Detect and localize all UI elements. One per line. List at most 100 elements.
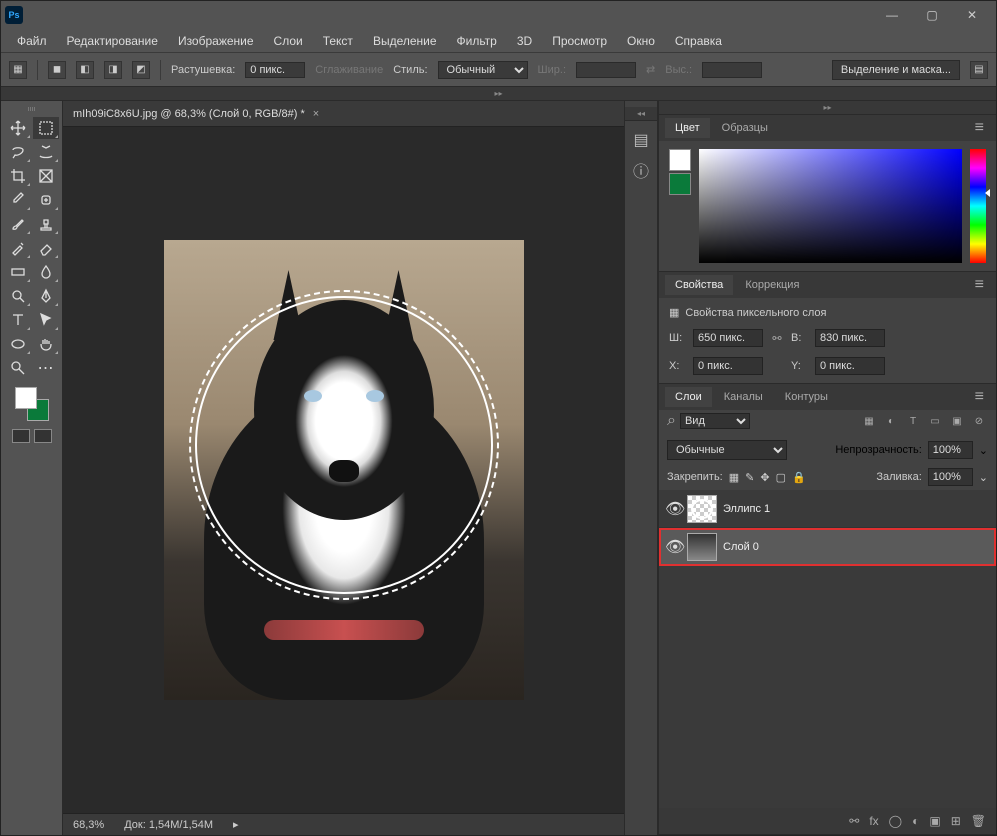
layer-row[interactable]: 👁 Эллипс 1 [659, 490, 996, 528]
filter-type-icon[interactable]: T [904, 413, 922, 429]
toolbox-grip[interactable] [17, 107, 47, 113]
opacity-input[interactable] [928, 441, 973, 459]
y-input[interactable] [815, 357, 885, 375]
sel-subtract-icon[interactable]: ◨ [104, 61, 122, 79]
heal-tool[interactable] [33, 189, 59, 211]
edit-toolbar[interactable]: ⋯ [33, 357, 59, 379]
color-field[interactable] [699, 149, 962, 263]
menu-filter[interactable]: Фильтр [449, 32, 505, 50]
marquee-tool[interactable] [33, 117, 59, 139]
menu-view[interactable]: Просмотр [544, 32, 615, 50]
panel-menu-icon[interactable]: ≡ [969, 276, 990, 294]
collapse-strip-top[interactable]: ▸▸ [1, 87, 996, 101]
screen-mode-icon[interactable] [34, 429, 52, 443]
zoom-level[interactable]: 68,3% [73, 819, 104, 831]
fg-mini-swatch[interactable] [669, 149, 691, 171]
zoom-tool[interactable] [5, 357, 31, 379]
history-brush-tool[interactable] [5, 237, 31, 259]
height-input[interactable] [815, 329, 885, 347]
filter-toggle-icon[interactable]: ⊘ [970, 413, 988, 429]
type-tool[interactable] [5, 309, 31, 331]
fg-bg-colors[interactable] [15, 387, 49, 421]
tab-swatches[interactable]: Образцы [712, 118, 778, 138]
path-select-tool[interactable] [33, 309, 59, 331]
panel-menu-icon[interactable]: ≡ [969, 388, 990, 406]
menu-window[interactable]: Окно [619, 32, 663, 50]
layer-name[interactable]: Слой 0 [723, 541, 759, 553]
sel-add-icon[interactable]: ◧ [76, 61, 94, 79]
filter-adjust-icon[interactable]: ◐ [882, 413, 900, 429]
hand-tool[interactable] [33, 333, 59, 355]
statusbar-chevron-icon[interactable]: ▸ [233, 818, 239, 831]
new-fill-icon[interactable]: ◐ [912, 814, 919, 828]
layer-thumbnail[interactable] [687, 533, 717, 561]
layer-thumbnail[interactable] [687, 495, 717, 523]
lasso-tool[interactable] [5, 141, 31, 163]
sel-new-icon[interactable]: ◼ [48, 61, 66, 79]
layer-row[interactable]: 👁 Слой 0 [659, 528, 996, 566]
lock-artboard-icon[interactable]: ▢ [776, 471, 786, 484]
minimize-button[interactable]: — [872, 4, 912, 26]
stamp-tool[interactable] [33, 213, 59, 235]
panel-menu-icon[interactable]: ≡ [969, 119, 990, 137]
lock-transparency-icon[interactable]: ▦ [729, 471, 739, 484]
menu-file[interactable]: Файл [9, 32, 55, 50]
doc-size[interactable]: Док: 1,54M/1,54M [124, 819, 213, 831]
filter-pixel-icon[interactable]: ▦ [860, 413, 878, 429]
delete-layer-icon[interactable]: 🗑 [971, 814, 986, 828]
crop-tool[interactable] [5, 165, 31, 187]
maximize-button[interactable]: ▢ [912, 4, 952, 26]
link-layers-icon[interactable]: ⚯ [849, 814, 859, 828]
layer-name[interactable]: Эллипс 1 [723, 503, 770, 515]
document-tab[interactable]: mIh09iC8x6U.jpg @ 68,3% (Слой 0, RGB/8#)… [63, 101, 624, 127]
menu-layers[interactable]: Слои [266, 32, 311, 50]
dodge-tool[interactable] [5, 285, 31, 307]
quick-mask-icon[interactable] [12, 429, 30, 443]
brush-tool[interactable] [5, 213, 31, 235]
fill-input[interactable] [928, 468, 973, 486]
fg-color-swatch[interactable] [15, 387, 37, 409]
layer-fx-icon[interactable]: fx [869, 814, 878, 828]
lock-position-icon[interactable]: ✥ [760, 471, 769, 484]
menu-select[interactable]: Выделение [365, 32, 445, 50]
frame-tool[interactable] [33, 165, 59, 187]
info-panel-icon[interactable]: ⓘ [630, 159, 652, 181]
blur-tool[interactable] [33, 261, 59, 283]
close-button[interactable]: ✕ [952, 4, 992, 26]
eraser-tool[interactable] [33, 237, 59, 259]
menu-edit[interactable]: Редактирование [59, 32, 166, 50]
add-mask-icon[interactable]: ◯ [889, 814, 902, 828]
menu-help[interactable]: Справка [667, 32, 730, 50]
select-and-mask-button[interactable]: Выделение и маска... [832, 60, 960, 80]
visibility-icon[interactable]: 👁 [665, 499, 681, 519]
style-select[interactable]: Обычный [438, 61, 528, 79]
move-tool[interactable] [5, 117, 31, 139]
tab-properties[interactable]: Свойства [665, 275, 733, 295]
opacity-chevron-icon[interactable]: ⌄ [979, 444, 988, 457]
layer-filter-type[interactable]: Вид [680, 413, 750, 429]
canvas-viewport[interactable] [63, 127, 624, 813]
history-panel-icon[interactable]: ▤ [630, 129, 652, 151]
eyedropper-tool[interactable] [5, 189, 31, 211]
tab-channels[interactable]: Каналы [714, 387, 773, 407]
menu-image[interactable]: Изображение [170, 32, 262, 50]
tab-paths[interactable]: Контуры [775, 387, 838, 407]
tab-layers[interactable]: Слои [665, 387, 712, 407]
hue-slider[interactable] [970, 149, 986, 263]
new-group-icon[interactable]: ▣ [929, 814, 940, 828]
shape-tool[interactable] [5, 333, 31, 355]
tool-preset-icon[interactable]: ▦ [9, 61, 27, 79]
link-wh-icon[interactable]: ⚯ [769, 330, 785, 346]
feather-input[interactable] [245, 62, 305, 78]
sel-intersect-icon[interactable]: ◩ [132, 61, 150, 79]
visibility-icon[interactable]: 👁 [665, 537, 681, 557]
tab-adjustments[interactable]: Коррекция [735, 275, 809, 295]
filter-smart-icon[interactable]: ▣ [948, 413, 966, 429]
lock-all-icon[interactable]: 🔒 [792, 471, 806, 484]
pen-tool[interactable] [33, 285, 59, 307]
quick-select-tool[interactable] [33, 141, 59, 163]
menu-3d[interactable]: 3D [509, 32, 540, 50]
x-input[interactable] [693, 357, 763, 375]
tab-close-icon[interactable]: × [313, 108, 319, 120]
lock-pixels-icon[interactable]: ✎ [745, 471, 754, 484]
